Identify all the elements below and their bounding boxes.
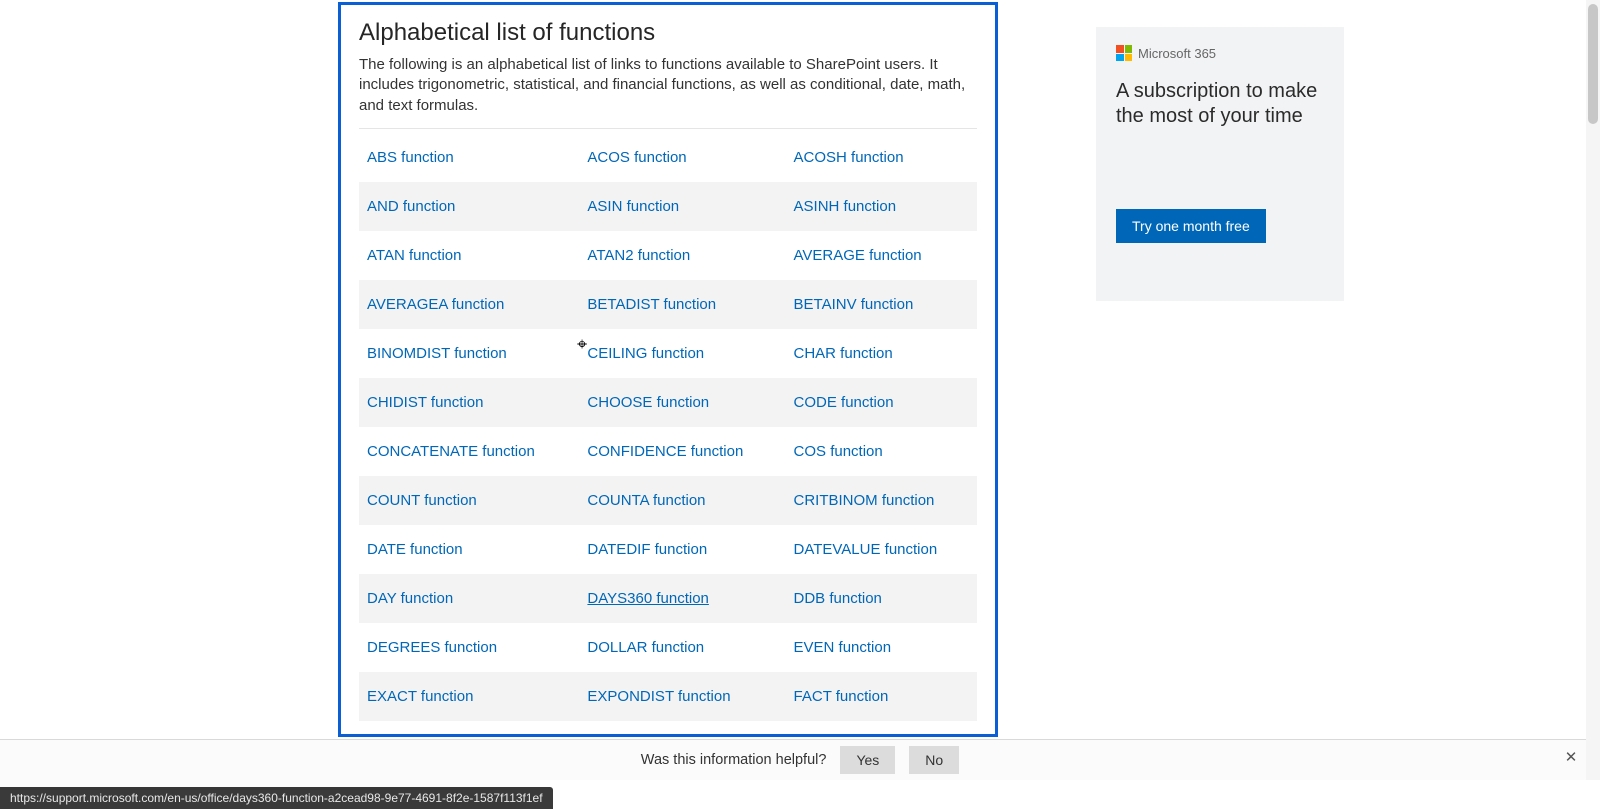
feedback-bar: Was this information helpful? Yes No ✕ [0, 739, 1600, 780]
function-link[interactable]: CHAR function [794, 345, 893, 362]
function-link[interactable]: CEILING function [587, 345, 704, 362]
function-link[interactable]: DOLLAR function [587, 639, 704, 656]
function-link[interactable]: BINOMDIST function [367, 345, 507, 362]
scrollbar-thumb[interactable] [1588, 4, 1598, 124]
function-link[interactable]: BETAINV function [794, 296, 914, 313]
table-row: DAY function DAYS360 function DDB function [359, 574, 977, 623]
function-link[interactable]: COS function [794, 443, 883, 460]
function-link[interactable]: ABS function [367, 149, 454, 166]
close-icon[interactable]: ✕ [1564, 751, 1578, 765]
function-link[interactable]: AND function [367, 198, 455, 215]
function-link[interactable]: ATAN2 function [587, 247, 690, 264]
function-link[interactable]: ACOSH function [794, 149, 904, 166]
function-link[interactable]: DDB function [794, 590, 882, 607]
function-link[interactable]: CONCATENATE function [367, 443, 535, 460]
status-url-bar: https://support.microsoft.com/en-us/offi… [0, 787, 553, 809]
function-link[interactable]: BETADIST function [587, 296, 716, 313]
function-link[interactable]: CODE function [794, 394, 894, 411]
function-link[interactable]: DAYS360 function [587, 590, 708, 607]
function-link[interactable]: ATAN function [367, 247, 461, 264]
divider [359, 128, 977, 129]
table-row: AND function ASIN function ASINH function [359, 182, 977, 231]
article-container: Alphabetical list of functions The follo… [338, 2, 998, 737]
table-row: DEGREES function DOLLAR function EVEN func… [359, 623, 977, 672]
function-link[interactable]: ASINH function [794, 198, 897, 215]
try-free-button[interactable]: Try one month free [1116, 209, 1266, 243]
function-link[interactable]: AVERAGEA function [367, 296, 504, 313]
function-link[interactable]: COUNT function [367, 492, 477, 509]
function-link[interactable]: EXPONDIST function [587, 688, 730, 705]
feedback-yes-button[interactable]: Yes [840, 746, 895, 774]
microsoft-logo: Microsoft 365 [1116, 45, 1324, 61]
feedback-no-button[interactable]: No [909, 746, 959, 774]
function-link[interactable]: AVERAGE function [794, 247, 922, 264]
function-link[interactable]: COUNTA function [587, 492, 705, 509]
table-row: DATE function DATEDIF function DATEVALUE f… [359, 525, 977, 574]
scrollbar-track[interactable] [1586, 0, 1600, 780]
function-link[interactable]: ASIN function [587, 198, 679, 215]
function-link[interactable]: CONFIDENCE function [587, 443, 743, 460]
functions-table: ABS functionACOS functionACOSH functionA… [359, 133, 977, 721]
microsoft-logo-text: Microsoft 365 [1138, 46, 1216, 61]
function-link[interactable]: CHIDIST function [367, 394, 483, 411]
table-row: COUNT function COUNTA function CRITBINOM f… [359, 476, 977, 525]
feedback-prompt: Was this information helpful? [641, 752, 827, 768]
function-link[interactable]: CHOOSE function [587, 394, 709, 411]
function-link[interactable]: DATE function [367, 541, 463, 558]
microsoft-logo-icon [1116, 45, 1132, 61]
function-link[interactable]: ACOS function [587, 149, 686, 166]
table-row: EXACT function EXPONDIST function FACT fun… [359, 672, 977, 721]
article-description: The following is an alphabetical list of… [359, 55, 977, 116]
table-row: ABS function ACOS function ACOSH function [359, 133, 977, 182]
function-link[interactable]: DATEDIF function [587, 541, 707, 558]
table-row: AVERAGEA function BETADIST function BETAIN… [359, 280, 977, 329]
function-link[interactable]: DEGREES function [367, 639, 497, 656]
function-link[interactable]: DAY function [367, 590, 453, 607]
function-link[interactable]: EVEN function [794, 639, 892, 656]
function-link[interactable]: FACT function [794, 688, 889, 705]
table-row: BINOMDIST function CEILING function CHAR f… [359, 329, 977, 378]
table-row: CHIDIST function CHOOSE function CODE func… [359, 378, 977, 427]
table-row: ATAN function ATAN2 function AVERAGE funct… [359, 231, 977, 280]
promo-card: Microsoft 365 A subscription to make the… [1096, 27, 1344, 301]
table-row: CONCATENATE function CONFIDENCE function C… [359, 427, 977, 476]
function-link[interactable]: CRITBINOM function [794, 492, 935, 509]
article-title: Alphabetical list of functions [359, 19, 977, 47]
function-link[interactable]: EXACT function [367, 688, 473, 705]
function-link[interactable]: DATEVALUE function [794, 541, 938, 558]
promo-headline: A subscription to make the most of your … [1116, 79, 1324, 129]
